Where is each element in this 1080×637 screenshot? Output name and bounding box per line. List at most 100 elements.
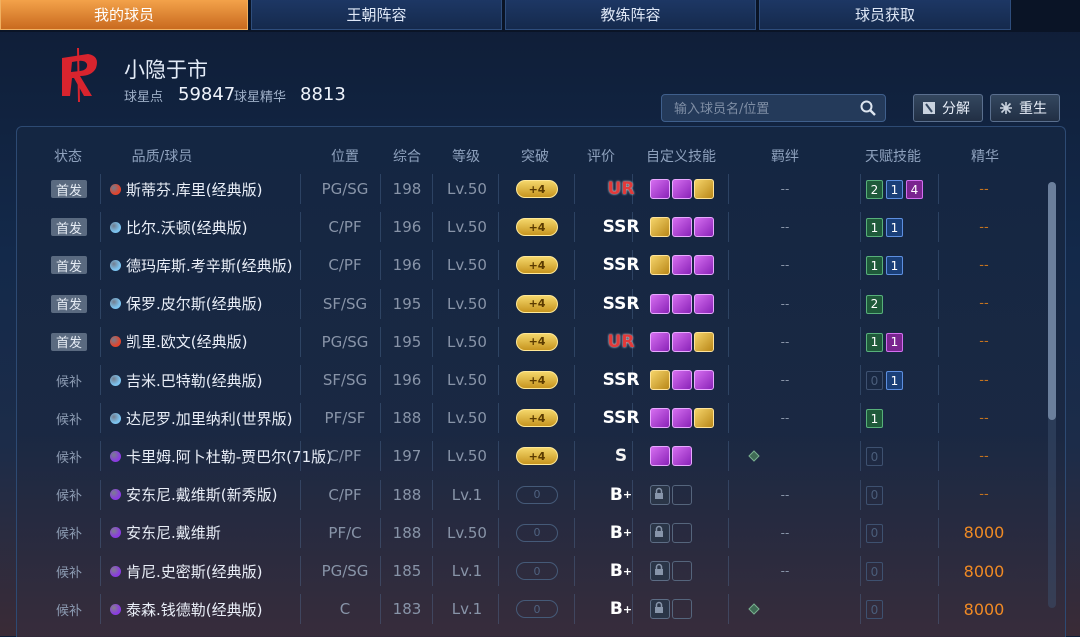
skill-icon[interactable]	[650, 217, 670, 238]
table-row[interactable]: 首发 保罗.皮尔斯(经典版) SF/SG 195 Lv.50 +4 SSR -- 2 --	[18, 285, 1048, 323]
scrollbar[interactable]	[1048, 182, 1056, 608]
player-name-cell[interactable]: 斯蒂芬.库里(经典版)	[110, 170, 262, 208]
breakthrough-badge: 0	[516, 562, 558, 580]
breakthrough-badge: 0	[516, 485, 558, 504]
skill-icon[interactable]	[694, 370, 714, 390]
lock-icon[interactable]	[650, 522, 670, 543]
skill-icon[interactable]	[650, 370, 670, 390]
lock-icon[interactable]	[650, 561, 670, 581]
column-divider	[860, 288, 861, 319]
column-divider	[938, 174, 939, 204]
player-name-cell[interactable]: 安东尼.戴维斯(新秀版)	[110, 476, 277, 514]
column-divider	[860, 556, 861, 586]
skill-icon[interactable]	[650, 255, 670, 276]
status-badge: 候补	[55, 527, 82, 543]
search-input[interactable]	[672, 98, 846, 120]
col-custom-skills: 自定义技能	[646, 149, 716, 165]
skill-icon[interactable]	[650, 408, 670, 429]
player-name-cell[interactable]: 泰森.钱德勒(经典版)	[110, 590, 262, 628]
player-overall: 195	[392, 294, 422, 313]
skill-icon[interactable]	[650, 331, 670, 352]
bond-icon[interactable]	[746, 448, 762, 464]
col-bond: 羁绊	[771, 149, 799, 165]
skill-icon[interactable]	[694, 408, 714, 429]
table-row[interactable]: 候补 吉米.巴特勒(经典版) SF/SG 196 Lv.50 +4 SSR -- 0 1 --	[18, 361, 1048, 399]
table-row[interactable]: 候补 安东尼.戴维斯(新秀版) C/PF 188 Lv.1 0 B + -- 0 --	[18, 476, 1048, 514]
column-divider	[728, 250, 729, 281]
player-name-cell[interactable]: 达尼罗.加里纳利(世界版)	[110, 399, 292, 437]
skill-icon[interactable]	[650, 446, 670, 467]
essence-value: 8000	[963, 523, 1005, 543]
player-name-cell[interactable]: 德玛库斯.考辛斯(经典版)	[110, 246, 292, 284]
essence-label: 球星精华	[234, 90, 287, 105]
column-divider	[498, 365, 499, 395]
skill-icon[interactable]	[672, 331, 692, 352]
skill-icon[interactable]	[694, 217, 714, 238]
rebirth-button[interactable]: 重生	[990, 94, 1060, 122]
skill-icon[interactable]	[672, 217, 692, 238]
lock-icon[interactable]	[650, 484, 670, 505]
table-row[interactable]: 候补 达尼罗.加里纳利(世界版) PF/SF 188 Lv.50 +4 SSR -- 1 --	[18, 399, 1048, 437]
column-divider	[300, 288, 301, 319]
scrollbar-thumb[interactable]	[1048, 182, 1056, 420]
tab-my-players[interactable]: 我的球员	[0, 0, 248, 30]
player-name: 安东尼.戴维斯(新秀版)	[126, 486, 278, 505]
table-row[interactable]: 候补 安东尼.戴维斯 PF/C 188 Lv.50 0 B + -- 0 8000	[18, 514, 1048, 552]
table-row[interactable]: 首发 德玛库斯.考辛斯(经典版) C/PF 196 Lv.50 +4 SSR -- 1 1 --	[18, 246, 1048, 284]
lock-icon[interactable]	[650, 599, 670, 620]
player-name-cell[interactable]: 肯尼.史密斯(经典版)	[110, 552, 262, 590]
skill-icon[interactable]	[672, 446, 692, 467]
table-row[interactable]: 首发 凯里.欧文(经典版) PG/SG 195 Lv.50 +4 UR -- 1 1 --	[18, 323, 1048, 361]
skill-icon[interactable]	[650, 293, 670, 314]
player-name: 泰森.钱德勒(经典版)	[126, 600, 263, 619]
column-divider	[100, 594, 101, 625]
player-position: C/PF	[328, 218, 362, 237]
column-divider	[498, 326, 499, 357]
breakthrough-badge: +4	[516, 218, 558, 237]
column-divider	[432, 174, 433, 204]
skill-icon[interactable]	[672, 293, 692, 314]
player-name-cell[interactable]: 比尔.沃顿(经典版)	[110, 208, 247, 246]
table-row[interactable]: 首发 斯蒂芬.库里(经典版) PG/SG 198 Lv.50 +4 UR -- 2 1 4 --	[18, 170, 1048, 208]
quality-dot-icon	[110, 565, 121, 577]
skill-icon[interactable]	[672, 370, 692, 390]
skill-icon[interactable]	[672, 408, 692, 429]
player-name: 保罗.皮尔斯(经典版)	[126, 295, 263, 314]
search-icon[interactable]	[859, 99, 877, 117]
decompose-button[interactable]: 分解	[913, 94, 983, 122]
player-name-cell[interactable]: 吉米.巴特勒(经典版)	[110, 361, 262, 399]
col-quality-player: 品质/球员	[131, 149, 193, 165]
table-row[interactable]: 候补 肯尼.史密斯(经典版) PG/SG 185 Lv.1 0 B + -- 0 8000	[18, 552, 1048, 590]
player-level: Lv.50	[447, 256, 487, 275]
column-divider	[300, 174, 301, 204]
column-divider	[574, 556, 575, 586]
quality-dot-icon	[110, 259, 121, 271]
player-name-cell[interactable]: 卡里姆.阿卜杜勒-贾巴尔(71版)	[110, 437, 332, 475]
table-row[interactable]: 候补 卡里姆.阿卜杜勒-贾巴尔(71版) C/PF 197 Lv.50 +4 S 0 --	[18, 437, 1048, 475]
skill-icon[interactable]	[694, 255, 714, 276]
table-row[interactable]: 候补 泰森.钱德勒(经典版) C 183 Lv.1 0 B +0 8000	[18, 590, 1048, 628]
col-talent-skills: 天赋技能	[865, 149, 921, 165]
skill-icon[interactable]	[694, 293, 714, 314]
skill-icon[interactable]	[672, 179, 692, 199]
column-divider	[728, 326, 729, 357]
skill-icon[interactable]	[694, 331, 714, 352]
player-name-cell[interactable]: 凯里.欧文(经典版)	[110, 323, 247, 361]
player-name: 斯蒂芬.库里(经典版)	[126, 180, 263, 199]
skill-icon[interactable]	[694, 179, 714, 199]
skill-icon[interactable]	[650, 179, 670, 199]
table-row[interactable]: 首发 比尔.沃顿(经典版) C/PF 196 Lv.50 +4 SSR -- 1 1 --	[18, 208, 1048, 246]
bond-value: --	[780, 220, 790, 235]
tab-dynasty-lineup[interactable]: 王朝阵容	[251, 0, 502, 30]
column-divider	[100, 250, 101, 281]
player-position: PF/SF	[324, 409, 366, 428]
status-badge: 首发	[51, 332, 87, 351]
player-overall: 196	[392, 218, 422, 237]
bond-icon[interactable]	[746, 601, 762, 617]
tab-coach-lineup[interactable]: 教练阵容	[505, 0, 756, 30]
tab-player-acquire[interactable]: 球员获取	[759, 0, 1011, 30]
player-position: C/PF	[328, 447, 362, 466]
player-name-cell[interactable]: 保罗.皮尔斯(经典版)	[110, 285, 262, 323]
player-name-cell[interactable]: 安东尼.戴维斯	[110, 514, 221, 552]
skill-icon[interactable]	[672, 255, 692, 276]
